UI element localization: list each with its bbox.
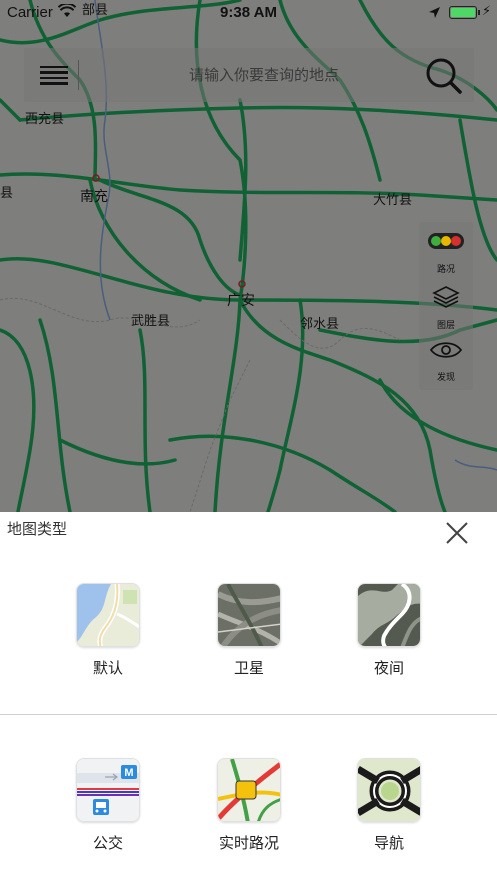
search-icon[interactable] [424, 56, 464, 96]
menu-icon[interactable] [34, 58, 74, 92]
status-bar: Carrier 9:38 AM ⚡ [0, 0, 497, 26]
traffic-map-icon [217, 758, 281, 822]
discover-label: 发现 [436, 373, 455, 383]
charging-icon: ⚡ [482, 4, 492, 19]
layers-button[interactable]: 图层 [419, 282, 473, 336]
svg-text:M: M [124, 767, 133, 779]
map-tools-panel: 路况 图层 发现 [419, 222, 473, 390]
map-label: 西充县 [25, 112, 65, 127]
battery-icon [449, 6, 480, 19]
map-type-bus[interactable]: M 公交 [58, 758, 158, 868]
clock: 9:38 AM [220, 4, 277, 21]
navigation-map-icon [357, 758, 421, 822]
section-divider [0, 714, 497, 715]
search-input[interactable]: 请输入你要查询的地点 [94, 48, 434, 102]
map-type-default-label: 默认 [92, 659, 123, 677]
bus-map-icon: M [76, 758, 140, 822]
night-map-icon [357, 583, 421, 647]
default-map-icon [76, 583, 140, 647]
map-type-night[interactable]: 夜间 [339, 583, 439, 693]
map-label: 县 [0, 186, 14, 201]
map-label: 邻水县 [300, 317, 340, 332]
map-label: 广安 [227, 293, 255, 309]
traffic-light-icon [428, 233, 464, 249]
map-type-sheet: 地图类型 默认 卫星 夜间 M 公交 实时路况 导航 [0, 512, 497, 883]
layers-label: 图层 [436, 321, 455, 331]
close-icon[interactable] [442, 518, 472, 548]
search-bar: 请输入你要查询的地点 [24, 48, 474, 102]
map-type-navigation-label: 导航 [373, 834, 404, 852]
eye-icon [430, 342, 462, 358]
sheet-title: 地图类型 [7, 520, 68, 538]
traffic-button[interactable]: 路况 [419, 226, 473, 280]
map-type-bus-label: 公交 [92, 834, 123, 852]
map-type-satellite[interactable]: 卫星 [199, 583, 299, 693]
map-type-default[interactable]: 默认 [58, 583, 158, 693]
divider [78, 60, 79, 90]
map-label: 南充 [80, 189, 108, 205]
location-arrow-icon [428, 5, 441, 23]
map-type-traffic[interactable]: 实时路况 [199, 758, 299, 868]
map-type-satellite-label: 卫星 [233, 659, 264, 677]
satellite-map-icon [217, 583, 281, 647]
map-label: 大竹县 [373, 193, 413, 208]
map-label: 武胜县 [131, 314, 171, 329]
discover-button[interactable]: 发现 [419, 334, 473, 388]
map-type-traffic-label: 实时路况 [218, 834, 279, 852]
layers-icon [432, 286, 460, 308]
map-type-night-label: 夜间 [373, 659, 404, 677]
traffic-label: 路况 [436, 265, 455, 275]
map-type-navigation[interactable]: 导航 [339, 758, 439, 868]
